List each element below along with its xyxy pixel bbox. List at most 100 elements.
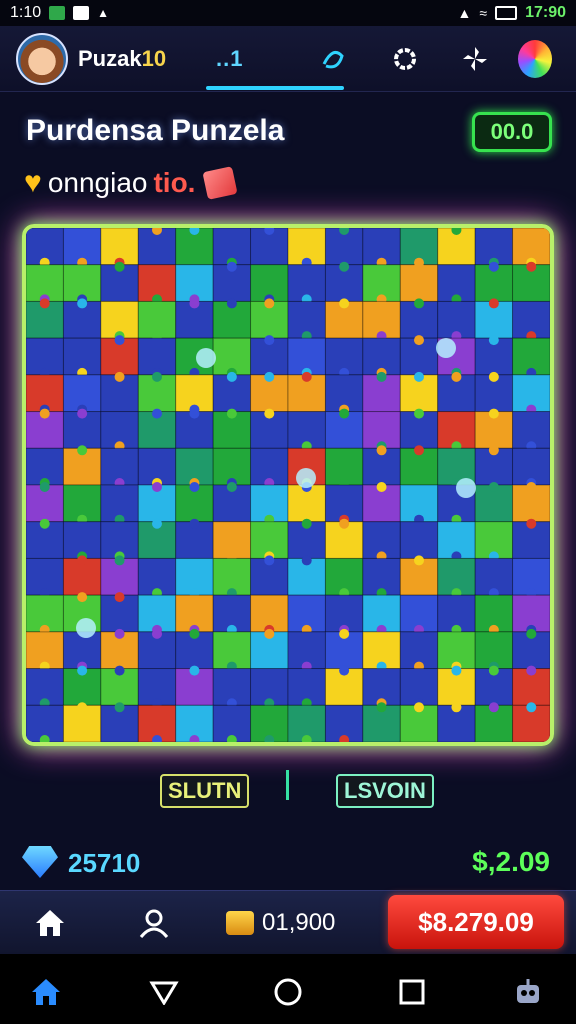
puzzle-knob (189, 408, 200, 419)
puzzle-knob (264, 335, 275, 346)
puzzle-knob (152, 482, 162, 492)
mail-icon (73, 6, 90, 20)
avatar[interactable] (16, 32, 68, 85)
signal-icon: ▲ (457, 5, 472, 21)
battery-icon (495, 6, 518, 20)
subtitle-accent: tio. (153, 167, 196, 198)
sparkle-icon (456, 478, 476, 498)
status-bar: 1:10 ▲ ▲ ≈ 17:90 (0, 0, 576, 26)
puzzle-knob (488, 335, 499, 346)
puzzle-knob (451, 665, 462, 676)
puzzle-knob (488, 408, 499, 419)
gem-icon (22, 846, 58, 878)
divider (286, 770, 289, 800)
puzzle-knob (488, 445, 499, 456)
puzzle-knob (526, 261, 537, 272)
navigation-bar (0, 954, 576, 1024)
puzzle-board[interactable] (22, 224, 554, 746)
puzzle-knob (376, 702, 387, 713)
home-icon[interactable] (30, 903, 70, 943)
puzzle-knob (39, 408, 50, 419)
cost-value: 01,900 (262, 909, 336, 936)
puzzle-knob (526, 702, 537, 713)
puzzle-knob (264, 555, 275, 566)
profile-icon[interactable] (134, 903, 174, 943)
puzzle-knob (376, 482, 387, 492)
buy-button[interactable]: $8.279.09 (388, 895, 564, 949)
sparkle-icon (296, 468, 316, 488)
subtitle-text: onngiao (47, 167, 148, 198)
square-recent-icon[interactable] (394, 974, 430, 1010)
puzzle-knob (226, 482, 237, 492)
puzzle-knob (152, 408, 162, 419)
puzzle-knob (264, 298, 275, 309)
puzzle-knob (77, 408, 88, 419)
app-name: Puzak (78, 45, 142, 71)
puzzle-knob (301, 371, 312, 382)
heart-icon: ♥ (24, 166, 42, 199)
puzzle-knob (488, 665, 499, 676)
app-name-accent: 10 (141, 45, 167, 71)
puzzle-knob (414, 555, 424, 566)
puzzle-knob (114, 335, 125, 346)
circle-home-icon[interactable] (270, 974, 306, 1010)
puzzle-knob (526, 482, 537, 492)
tab-signal[interactable]: ..1 (216, 46, 243, 72)
puzzle-knob (376, 371, 387, 382)
coin-balance: $,2.09 (472, 846, 550, 877)
bot-icon[interactable] (510, 974, 546, 1010)
puzzle-knob (488, 371, 499, 382)
puzzle-grid[interactable] (26, 228, 550, 742)
puzzle-knob (226, 261, 237, 272)
puzzle-knob (39, 482, 50, 492)
puzzle-knob (39, 518, 50, 529)
puzzle-knob (189, 298, 200, 309)
puzzle-knob (189, 665, 200, 676)
puzzle-knob (451, 371, 462, 382)
puzzle-knob (488, 702, 499, 713)
puzzle-knob (114, 665, 125, 676)
back-icon[interactable] (146, 974, 182, 1010)
puzzle-knob (114, 592, 125, 603)
puzzle-knob (414, 371, 424, 382)
fan-icon[interactable] (458, 42, 492, 76)
puzzle-knob (152, 518, 162, 529)
level-subtitle: ♥ onngiao tio. (24, 166, 239, 200)
puzzle-knob (114, 628, 125, 639)
compass-icon[interactable] (316, 42, 350, 76)
puzzle-knob (339, 408, 350, 419)
puzzle-knob (414, 408, 424, 419)
lesson-button[interactable]: LSVOIN (336, 774, 434, 808)
bell-icon: ▲ (97, 6, 110, 20)
puzzle-knob (77, 702, 88, 713)
puzzle-knob (414, 261, 424, 272)
puzzle-knob (77, 555, 88, 566)
puzzle-knob (152, 628, 162, 639)
puzzle-knob (488, 298, 499, 309)
puzzle-knob (226, 408, 237, 419)
block-icon (202, 166, 239, 200)
bottom-bar: 01,900 $8.279.09 (0, 890, 576, 954)
puzzle-knob (226, 371, 237, 382)
puzzle-knob (189, 518, 200, 529)
color-wheel-icon[interactable] (518, 40, 552, 78)
wifi-icon: ≈ (479, 5, 488, 21)
solution-button[interactable]: SLUTN (160, 774, 250, 808)
puzzle-knob (376, 445, 387, 456)
level-title: Purdensa Punzela (26, 114, 285, 147)
gem-count: 25710 (68, 848, 141, 878)
puzzle-knob (414, 702, 424, 713)
score-badge: 00.0 (472, 112, 552, 152)
sparkle-icon (196, 348, 216, 368)
puzzle-knob (414, 335, 424, 346)
puzzle-knob (301, 555, 312, 566)
app-title: Puzak10 (78, 46, 166, 72)
sparkle-icon (76, 618, 96, 638)
home-nav-icon[interactable] (28, 974, 64, 1010)
puzzle-knob (114, 371, 125, 382)
puzzle-knob (339, 518, 350, 529)
gear-icon[interactable] (388, 42, 422, 76)
puzzle-knob (526, 518, 537, 529)
sparkle-icon (436, 338, 456, 358)
status-time: 1:10 (10, 4, 42, 21)
